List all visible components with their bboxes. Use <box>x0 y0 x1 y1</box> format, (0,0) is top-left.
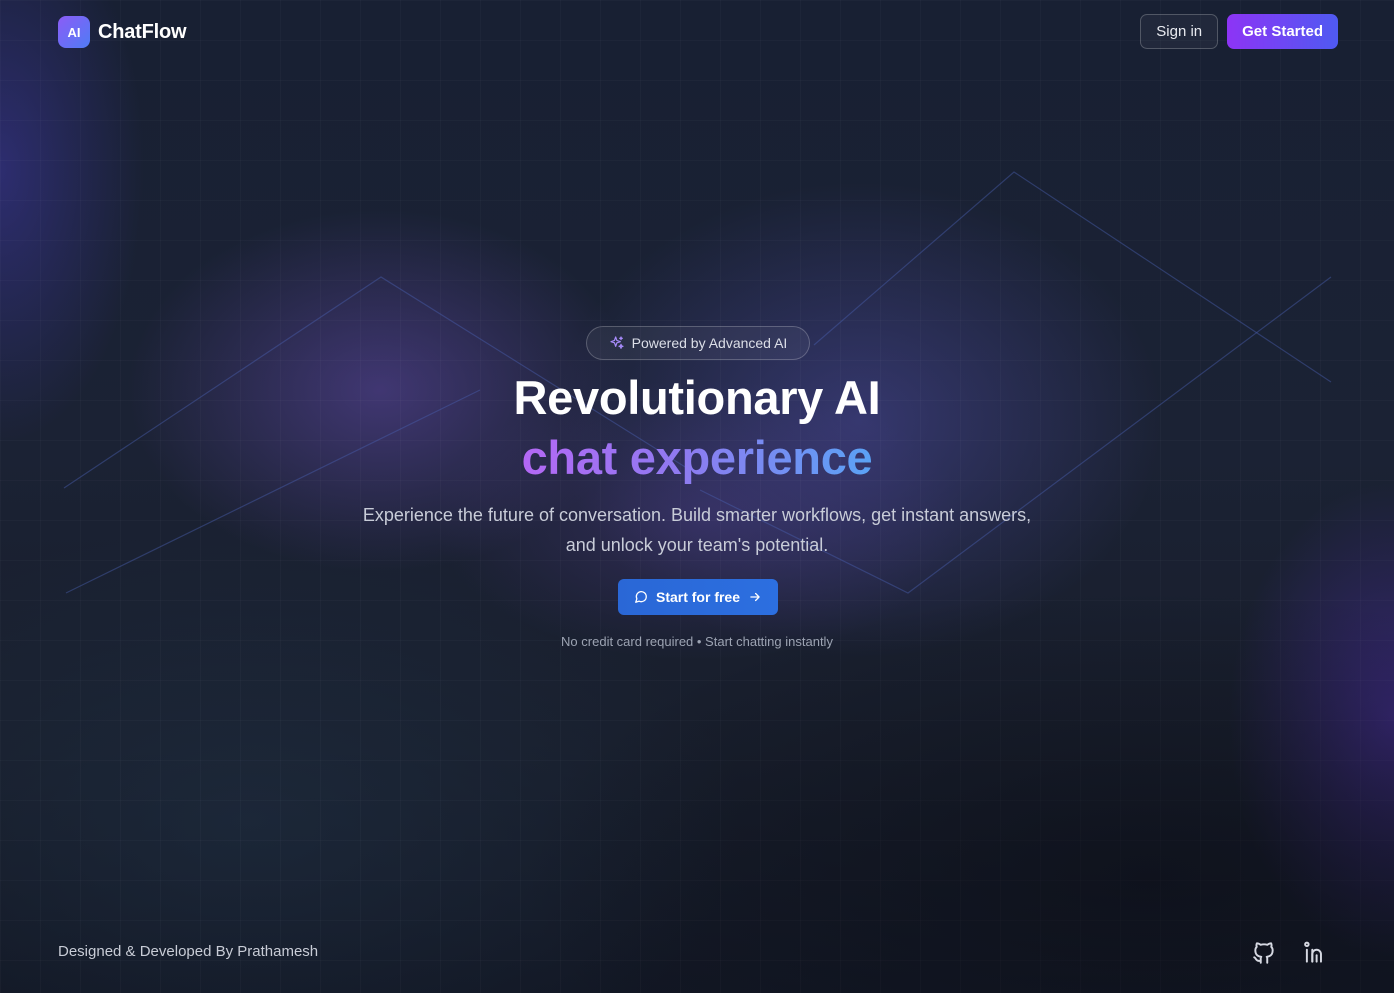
sparkles-icon <box>609 335 625 351</box>
footer-credit: Designed & Developed By Prathamesh <box>58 943 319 960</box>
get-started-button[interactable]: Get Started <box>1227 14 1338 49</box>
start-for-free-button[interactable]: Start for free <box>618 579 778 615</box>
page-background <box>0 0 1394 993</box>
arrow-right-icon <box>748 590 762 604</box>
message-circle-icon <box>634 590 648 604</box>
sign-in-button[interactable]: Sign in <box>1140 14 1219 49</box>
hero-title: Revolutionary AI <box>513 371 881 424</box>
background-line <box>813 171 1332 383</box>
logo-badge: AI <box>58 16 90 48</box>
brand-logo[interactable]: AI ChatFlow <box>58 16 187 48</box>
github-icon[interactable] <box>1251 940 1277 966</box>
hero-title-gradient: chat experience <box>0 428 1394 488</box>
linkedin-icon[interactable] <box>1302 940 1328 966</box>
nav-actions: Sign in Get Started <box>1140 14 1338 49</box>
powered-by-badge: Powered by Advanced AI <box>586 326 810 360</box>
hero-title-gradient-text: chat experience <box>521 431 873 484</box>
start-for-free-label: Start for free <box>655 589 741 605</box>
powered-by-text: Powered by Advanced AI <box>631 335 788 351</box>
background-lines <box>63 171 1332 594</box>
hero-note: No credit card required • Start chatting… <box>561 634 833 649</box>
brand-name: ChatFlow <box>98 20 187 43</box>
hero-description: Experience the future of conversation. B… <box>362 505 1032 555</box>
